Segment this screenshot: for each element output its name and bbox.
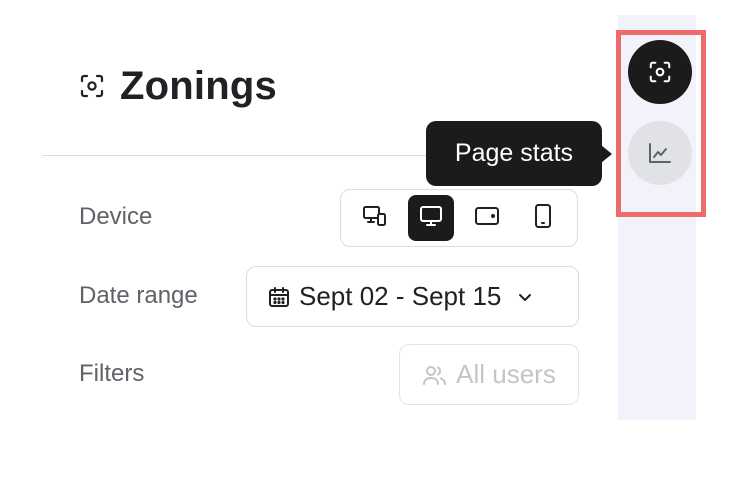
page-title: Zonings [120, 63, 277, 108]
date-range-value: Sept 02 - Sept 15 [299, 281, 502, 311]
desktop-icon [419, 204, 443, 233]
tooltip-text: Page stats [454, 139, 574, 167]
tablet-icon [474, 205, 500, 232]
date-range-button[interactable]: Sept 02 - Sept 15 [246, 266, 579, 327]
device-label: Device [79, 203, 153, 230]
users-icon [422, 363, 448, 387]
device-selector [340, 189, 578, 247]
filters-button[interactable]: All users [399, 344, 579, 405]
page: Zonings Device Date range Sept 02 - Sept… [0, 0, 734, 482]
calendar-icon [267, 285, 291, 309]
date-range-label: Date range [79, 282, 198, 309]
page-header: Zonings [78, 58, 277, 114]
tooltip-arrow [601, 145, 612, 163]
highlight-box [616, 30, 706, 217]
devices-icon [362, 204, 388, 233]
chevron-down-icon [517, 289, 533, 305]
filters-label: Filters [79, 360, 145, 387]
mobile-icon [534, 203, 552, 234]
tooltip: Page stats [426, 121, 602, 186]
device-mobile-button[interactable] [520, 195, 566, 241]
device-desktop-button[interactable] [408, 195, 454, 241]
scan-focus-icon [78, 72, 106, 100]
device-tablet-button[interactable] [464, 195, 510, 241]
filters-value: All users [456, 359, 556, 389]
device-all-button[interactable] [352, 195, 398, 241]
